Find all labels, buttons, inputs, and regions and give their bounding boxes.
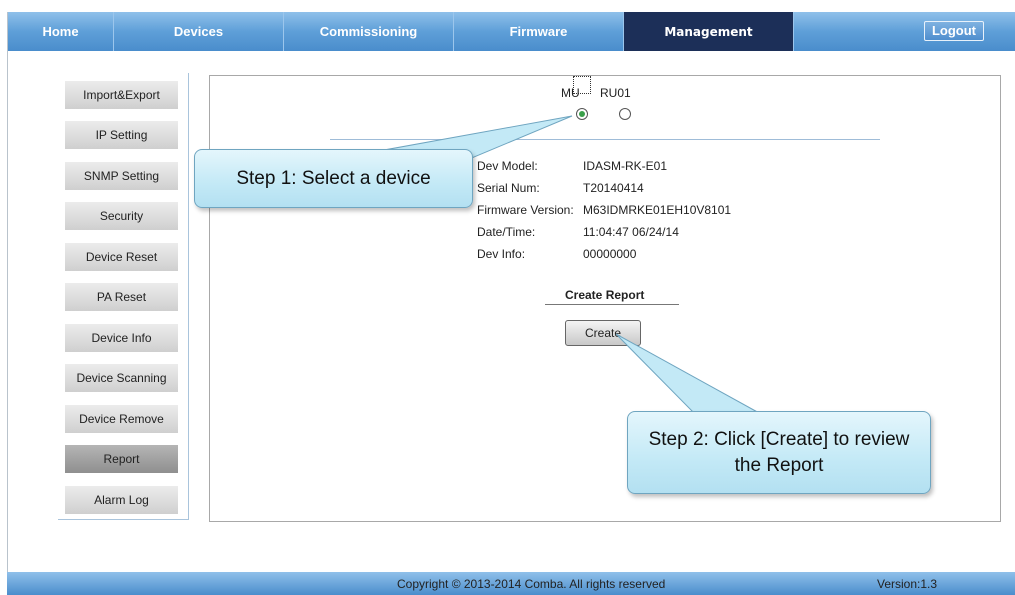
copyright-text: Copyright © 2013-2014 Comba. All rights … [397, 577, 666, 591]
step2-callout: Step 2: Click [Create] to review the Rep… [627, 411, 931, 494]
app-frame: Home Devices Commissioning Firmware Mana… [7, 12, 1015, 595]
footer: Copyright © 2013-2014 Comba. All rights … [7, 572, 1015, 595]
callout-tails [273, 115, 762, 415]
step2-pointer-icon [615, 333, 762, 415]
version-text: Version:1.3 [877, 577, 938, 591]
step1-callout: Step 1: Select a device [194, 149, 473, 208]
